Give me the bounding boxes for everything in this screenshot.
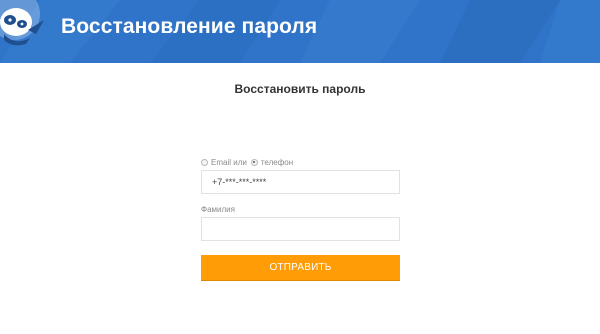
phone-radio[interactable] <box>250 158 258 166</box>
lastname-input[interactable] <box>201 217 400 241</box>
email-radio[interactable] <box>201 158 208 166</box>
login-type-radio-group: Email или телефон <box>201 156 400 168</box>
phone-input[interactable] <box>201 170 400 194</box>
panda-mascot-icon[interactable] <box>0 0 52 52</box>
submit-button[interactable]: ОТПРАВИТЬ <box>201 255 400 281</box>
header-title: Восстановление пароля <box>61 15 318 38</box>
lastname-label: Фамилия <box>201 205 235 214</box>
page-title: Восстановить пароль <box>234 82 366 96</box>
header-bar: Восстановление пароля <box>0 0 600 63</box>
recovery-form: Email или телефон Фамилия ОТПРАВИТЬ <box>201 156 400 281</box>
phone-radio-label[interactable]: телефон <box>261 158 293 167</box>
email-radio-label[interactable]: Email или <box>211 158 247 167</box>
